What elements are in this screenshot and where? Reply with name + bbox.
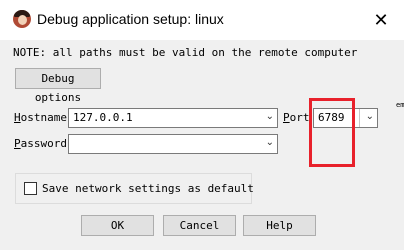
help-button[interactable]: Help: [243, 215, 316, 236]
port-label: Port: [283, 111, 310, 124]
hostname-combo[interactable]: 127.0.0.1 ⌄: [68, 108, 278, 128]
close-button[interactable]: ✕: [358, 0, 404, 40]
note-text: NOTE: all paths must be valid on the rem…: [13, 46, 358, 59]
cancel-button[interactable]: Cancel: [163, 215, 236, 236]
chevron-down-icon[interactable]: ⌄: [366, 111, 374, 122]
title-bar: Debug application setup: linux ✕: [0, 0, 404, 40]
hostname-label: Hostname: [14, 111, 67, 124]
clipped-edge-text: em: [396, 101, 404, 109]
window-title: Debug application setup: linux: [37, 11, 224, 27]
save-settings-checkbox[interactable]: [24, 182, 37, 195]
app-avatar-icon: [13, 10, 31, 28]
chevron-down-icon[interactable]: ⌄: [266, 111, 274, 122]
password-label: Password: [14, 137, 67, 150]
save-settings-label[interactable]: Save network settings as default: [42, 182, 254, 195]
chevron-down-icon[interactable]: ⌄: [266, 137, 274, 148]
hostname-value: 127.0.0.1: [73, 111, 133, 124]
password-combo[interactable]: ⌄: [68, 134, 278, 154]
debug-options-button[interactable]: Debug options: [15, 68, 101, 104]
ok-button[interactable]: OK: [81, 215, 154, 236]
annotation-highlight-box: [309, 98, 355, 167]
